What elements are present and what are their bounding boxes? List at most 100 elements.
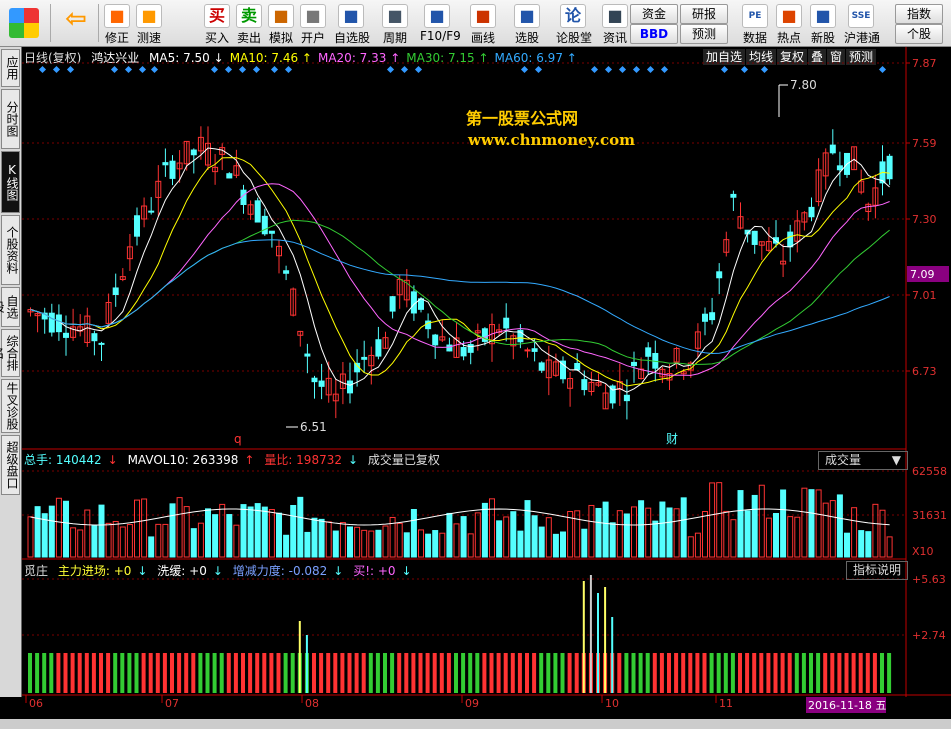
toolbar-button[interactable]: ■ 新股	[806, 2, 840, 45]
candle-body	[55, 314, 62, 333]
toolbar-button[interactable]: ■ 开户	[296, 2, 330, 45]
toolbar-button[interactable]: ■ 模拟	[264, 2, 298, 45]
toolbar-button[interactable]: ■ 选股	[510, 2, 544, 45]
volume-indicator-select[interactable]: 成交量 ▼	[818, 451, 908, 470]
indicator-bar	[127, 653, 132, 693]
candle-body	[48, 312, 55, 333]
kline-chart-area[interactable]: 日线(复权) 鸿达兴业 MA5: 7.50 ↓ MA10: 7.46 ↑ MA20:…	[22, 47, 951, 719]
watermark-title: 第一股票公式网	[466, 109, 579, 128]
toolbar-button[interactable]: SSE 沪港通	[844, 2, 880, 45]
index-button[interactable]: 指数	[895, 4, 943, 24]
indicator-bar	[482, 653, 487, 693]
indicator-help-button[interactable]: 指标说明	[846, 561, 909, 580]
toolbar-button-label: 选股	[514, 31, 539, 45]
volume-bar	[517, 530, 524, 558]
monitor-icon: ■	[514, 4, 540, 28]
sell-icon: 卖	[236, 4, 262, 28]
toolbar-button[interactable]: ■ F10/F9	[420, 2, 461, 44]
indicator-bar	[468, 653, 473, 693]
left-tab[interactable]: 分时图	[1, 89, 20, 149]
pe-icon: PE	[742, 4, 768, 28]
volume-bar	[240, 504, 247, 558]
signal-diamond	[534, 65, 543, 74]
toolbar-button[interactable]: ■ 画线	[466, 2, 500, 45]
candle-body	[148, 210, 155, 213]
volume-bar	[652, 520, 659, 558]
candle-body	[702, 313, 708, 322]
indicator-tick-label: +5.63	[912, 573, 946, 586]
volume-bar	[581, 528, 588, 558]
volume-bar	[325, 521, 332, 558]
signal-diamond	[38, 65, 47, 74]
indicator-spike	[589, 575, 592, 693]
f10-icon: ■	[424, 4, 450, 28]
indicator-bar	[794, 653, 799, 693]
indicator-bar	[354, 653, 359, 693]
fix-button[interactable]: ■ 修正	[100, 2, 134, 45]
volume-bar	[730, 519, 737, 558]
volume-bar	[119, 526, 126, 558]
toolbar-button[interactable]: 论论股堂	[556, 2, 592, 45]
indicator-bar	[780, 653, 785, 693]
research-button[interactable]: 研报	[680, 4, 728, 24]
volume-bar	[673, 508, 680, 558]
candle-body	[446, 344, 453, 352]
signal-diamond	[740, 65, 749, 74]
fund-button[interactable]: 资金	[630, 4, 678, 24]
indicator-bar	[326, 653, 331, 693]
bbd-button[interactable]: BBD	[630, 24, 678, 44]
toolbar-button[interactable]: 卖卖出	[232, 2, 266, 45]
sse-icon: SSE	[848, 4, 874, 28]
volume-bar	[247, 506, 254, 558]
left-tab[interactable]: 应用	[1, 49, 20, 87]
left-tab[interactable]: 超级盘口	[1, 435, 20, 495]
indicator-bar	[880, 653, 884, 693]
toolbar-button[interactable]: ■ 热点	[772, 2, 806, 45]
left-tab[interactable]: K线图	[1, 151, 20, 213]
indicator-bar	[738, 653, 742, 693]
volume-bar	[268, 509, 275, 558]
volume-bar	[737, 490, 744, 558]
toolbar-button[interactable]: ■ 周期	[378, 2, 412, 45]
left-tab[interactable]: 综合排名	[0, 329, 20, 377]
left-tab[interactable]: 个股资料	[1, 215, 20, 285]
indicator-bar	[574, 653, 579, 693]
volume-bar	[680, 497, 687, 558]
volume-bar	[55, 497, 62, 558]
left-tab[interactable]: 自选股	[0, 287, 20, 327]
toolbar-button[interactable]: ■ 测速	[132, 2, 166, 45]
volume-ratio: 量比: 198732	[264, 453, 342, 467]
indicator-bar	[319, 653, 324, 693]
indicator-bar	[432, 653, 437, 693]
indicator-bar	[837, 653, 842, 693]
indicator-bar	[290, 653, 295, 693]
volume-bar	[91, 524, 98, 558]
volume-bar	[758, 484, 765, 558]
toolbar-button[interactable]: 买买入	[200, 2, 234, 45]
toolbar-button[interactable]: ■ 自选股	[334, 2, 370, 45]
toolbar-button[interactable]: PE 数据	[738, 2, 772, 45]
volume-bar	[886, 536, 893, 558]
volume-bar	[176, 497, 183, 558]
indicator-bar	[233, 653, 238, 693]
back-button[interactable]: ⇦	[58, 2, 94, 44]
candle-body	[560, 360, 566, 380]
indicator-bar	[787, 653, 792, 693]
buy-signal-label: 买!: +0	[353, 564, 396, 578]
toolbar-button[interactable]: ■ 资讯	[598, 2, 632, 45]
indicator-bar	[368, 653, 373, 693]
signal-diamond	[110, 65, 119, 74]
left-tab[interactable]: 牛叉诊股	[1, 379, 20, 433]
volume-bar	[183, 506, 190, 558]
app-logo[interactable]	[2, 2, 46, 44]
watermark-url: www.chnmoney.com	[468, 131, 635, 149]
indicator-bar	[170, 653, 174, 693]
stock-button[interactable]: 个股	[895, 24, 943, 44]
indicator-bar	[503, 653, 508, 693]
forecast-button[interactable]: 预测	[680, 24, 728, 44]
indicator-bar	[141, 653, 146, 693]
volume-bar	[432, 530, 439, 558]
indicator-spike	[597, 593, 599, 693]
volume-bar	[702, 511, 708, 558]
volume-bar	[368, 530, 375, 558]
